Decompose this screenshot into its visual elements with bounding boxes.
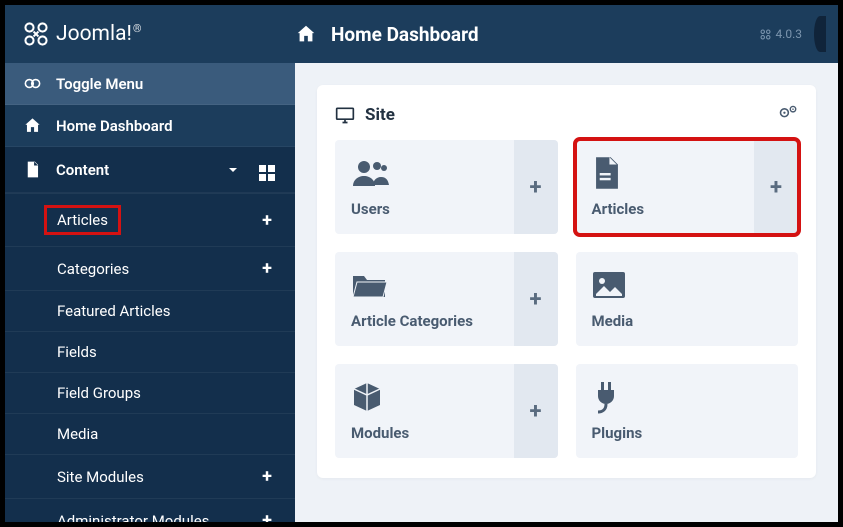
file-icon xyxy=(592,156,632,190)
dashboard-tiles: Users + Articles + Article Categories + Media M… xyxy=(335,140,798,458)
tile-body-plugins[interactable]: Plugins xyxy=(576,364,799,458)
sidebar-subitem-administrator-modules[interactable]: Administrator Modules + xyxy=(5,498,295,522)
add-administrator-modules-button[interactable]: + xyxy=(257,510,277,522)
version-badge[interactable]: 4.0.3 xyxy=(760,27,802,41)
sidebar-subitem-media[interactable]: Media xyxy=(5,413,295,454)
sidebar: Toggle Menu Home Dashboard Content Artic… xyxy=(5,63,295,522)
users-icon xyxy=(351,156,391,190)
cube-icon xyxy=(351,380,391,414)
sidebar-subitem-articles[interactable]: Articles + xyxy=(5,193,295,246)
gears-icon xyxy=(778,103,798,121)
tile-plugins: Plugins xyxy=(576,364,799,458)
add-site-modules-button[interactable]: + xyxy=(257,466,277,487)
tile-body-article-categories[interactable]: Article Categories xyxy=(335,252,514,346)
home-icon xyxy=(23,116,42,135)
tile-body-media[interactable]: Media xyxy=(576,252,799,346)
tile-label: Plugins xyxy=(592,424,783,442)
sidebar-subitem-site-modules[interactable]: Site Modules + xyxy=(5,454,295,498)
user-menu-button[interactable] xyxy=(814,16,826,52)
page-title-group: Home Dashboard xyxy=(295,23,479,46)
add-article-categories-button[interactable]: + xyxy=(514,252,558,346)
tile-body-users[interactable]: Users xyxy=(335,140,514,234)
topbar-right: 4.0.3 xyxy=(760,16,838,52)
add-users-button[interactable]: + xyxy=(514,140,558,234)
home-icon xyxy=(295,23,317,45)
sidebar-item-content[interactable]: Content xyxy=(5,147,295,193)
brand-logo[interactable]: Joomla!® xyxy=(5,21,295,47)
toggle-icon xyxy=(23,74,42,93)
tile-label: Article Categories xyxy=(351,312,498,330)
tile-articles: Articles + xyxy=(576,140,799,234)
sidebar-subitem-label: Site Modules xyxy=(57,468,144,486)
sidebar-subitem-categories[interactable]: Categories + xyxy=(5,246,295,290)
file-icon xyxy=(23,160,42,179)
sidebar-submenu-content: Articles + Categories + Featured Articles Fie… xyxy=(5,193,295,522)
content-dashboard-button[interactable] xyxy=(257,158,277,181)
tile-users: Users + xyxy=(335,140,558,234)
sidebar-subitem-label: Categories xyxy=(57,260,129,278)
tile-media: Media xyxy=(576,252,799,346)
image-icon xyxy=(592,268,632,302)
sidebar-subitem-label: Administrator Modules xyxy=(57,512,209,523)
tile-body-articles[interactable]: Articles xyxy=(576,140,755,234)
folder-icon xyxy=(351,268,391,302)
app-root: Joomla!® Home Dashboard 4.0.3 Toggle Men… xyxy=(5,5,838,522)
panel-settings-button[interactable] xyxy=(778,103,798,126)
tile-article-categories: Article Categories + xyxy=(335,252,558,346)
brand-name: Joomla!® xyxy=(56,22,142,46)
page-title: Home Dashboard xyxy=(331,23,479,46)
site-panel-title: Site xyxy=(365,105,395,125)
sidebar-subitem-field-groups[interactable]: Field Groups xyxy=(5,372,295,413)
body: Toggle Menu Home Dashboard Content Artic… xyxy=(5,63,838,522)
sidebar-subitem-label: Field Groups xyxy=(57,384,141,402)
add-modules-button[interactable]: + xyxy=(514,364,558,458)
topbar-left: Joomla!® Home Dashboard xyxy=(5,21,479,47)
sidebar-subitem-fields[interactable]: Fields xyxy=(5,331,295,372)
add-articles-button[interactable]: + xyxy=(754,140,798,234)
monitor-icon xyxy=(335,106,355,124)
main-area: Site Users+Articles+Article Categories+M… xyxy=(295,63,838,522)
sidebar-item-label: Home Dashboard xyxy=(56,117,173,135)
toggle-menu-label: Toggle Menu xyxy=(56,75,143,93)
sidebar-subitem-label: Featured Articles xyxy=(57,302,171,320)
add-categories-button[interactable]: + xyxy=(257,258,277,279)
sidebar-subitem-featured-articles[interactable]: Featured Articles xyxy=(5,290,295,331)
tile-label: Users xyxy=(351,200,498,218)
toggle-menu-button[interactable]: Toggle Menu xyxy=(5,63,295,105)
plug-icon xyxy=(592,380,632,414)
topbar: Joomla!® Home Dashboard 4.0.3 xyxy=(5,5,838,63)
tile-body-modules[interactable]: Modules xyxy=(335,364,514,458)
sidebar-subitem-label: Fields xyxy=(57,343,97,361)
sidebar-subitem-label: Media xyxy=(57,425,98,443)
chevron-down-icon xyxy=(223,162,243,178)
site-panel-header: Site xyxy=(335,103,798,126)
add-articles-button[interactable]: + xyxy=(257,210,277,231)
tile-label: Modules xyxy=(351,424,498,442)
joomla-logo-icon xyxy=(23,21,49,47)
tile-modules: Modules + xyxy=(335,364,558,458)
sidebar-item-home-dashboard[interactable]: Home Dashboard xyxy=(5,105,295,147)
tile-label: Media xyxy=(592,312,783,330)
version-text: 4.0.3 xyxy=(775,27,802,41)
joomla-mini-icon xyxy=(760,29,771,40)
sidebar-subitem-label: Articles xyxy=(44,205,121,235)
sidebar-item-label: Content xyxy=(56,161,109,179)
site-panel: Site Users+Articles+Article Categories+M… xyxy=(317,85,816,478)
tile-label: Articles xyxy=(592,200,739,218)
